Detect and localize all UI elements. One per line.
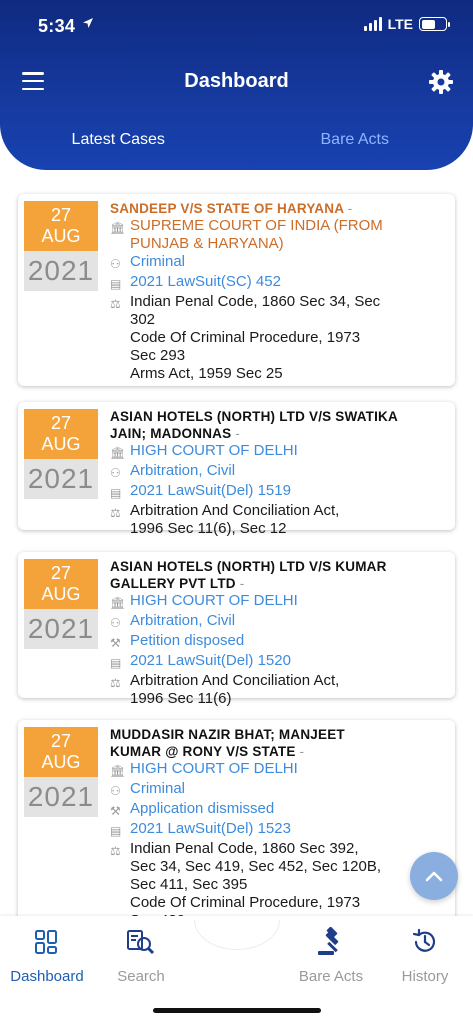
scales-icon: ⚖ <box>110 297 121 311</box>
network-label: LTE <box>387 16 413 32</box>
signal-icon <box>363 17 382 31</box>
case-card[interactable]: 27 AUG 2021 MUDDASIR NAZIR BHAT; MANJEET… <box>18 720 455 930</box>
court-name: HIGH COURT OF DELHI <box>130 592 298 609</box>
date-badge: 27 AUG 2021 <box>24 559 98 649</box>
case-title: MUDDASIR NAZIR BHAT; MANJEET KUMAR @ RON… <box>110 727 345 759</box>
case-citation[interactable]: 2021 LawSuit(Del) 1519 <box>130 482 445 500</box>
app-header: 5:34 LTE Dashboard Latest Cases Bare Act… <box>0 0 473 170</box>
case-acts: Indian Penal Code, 1860 Sec 34, Sec 302 … <box>130 293 381 382</box>
citation-icon: ▤ <box>110 824 122 838</box>
nav-search[interactable]: Search <box>94 926 188 985</box>
settings-gear-icon[interactable] <box>427 68 455 96</box>
date-badge: 27 AUG 2021 <box>24 727 98 817</box>
battery-icon <box>419 17 450 31</box>
case-title: SANDEEP V/S STATE OF HARYANA - <box>110 201 353 216</box>
disposition-icon: ⚒ <box>110 804 121 818</box>
court-building-icon: 🏛 <box>110 596 126 610</box>
case-citation[interactable]: 2021 LawSuit(SC) 452 <box>130 273 445 291</box>
case-acts: Arbitration And Conciliation Act, 1996 S… <box>130 502 340 537</box>
date-month: AUG <box>41 752 81 772</box>
gavel-icon <box>284 926 378 958</box>
search-icon <box>94 926 188 958</box>
date-day: 27 <box>50 205 72 225</box>
nav-label: History <box>401 968 449 985</box>
scroll-to-top-button[interactable] <box>410 852 458 900</box>
date-year: 2021 <box>24 251 98 291</box>
court-building-icon: 🏛 <box>110 446 126 460</box>
date-badge: 27 AUG 2021 <box>24 201 98 291</box>
date-day: 27 <box>50 731 72 751</box>
scales-icon: ⚖ <box>110 506 121 520</box>
case-category: Arbitration, Civil <box>130 612 236 629</box>
case-card[interactable]: 27 AUG 2021 SANDEEP V/S STATE OF HARYANA… <box>18 194 455 386</box>
nav-label: Search <box>117 968 165 985</box>
category-icon: ⚇ <box>110 466 121 480</box>
date-year: 2021 <box>24 609 98 649</box>
date-year: 2021 <box>24 777 98 817</box>
case-citation[interactable]: 2021 LawSuit(Del) 1520 <box>130 652 445 670</box>
tab-bar: Latest Cases Bare Acts <box>0 122 473 158</box>
nav-bare-acts[interactable]: Bare Acts <box>284 926 378 985</box>
home-indicator <box>153 1008 321 1013</box>
bottom-nav: Dashboard Search Bare Acts History <box>0 916 473 1024</box>
history-icon <box>378 926 472 958</box>
court-building-icon: 🏛 <box>110 221 126 235</box>
court-name: SUPREME COURT OF INDIA (FROM PUNJAB & HAR… <box>130 217 383 252</box>
tab-latest-cases[interactable]: Latest Cases <box>0 122 237 158</box>
case-card[interactable]: 27 AUG 2021 ASIAN HOTELS (NORTH) LTD V/S… <box>18 552 455 707</box>
nav-label: Bare Acts <box>298 968 364 985</box>
case-title: ASIAN HOTELS (NORTH) LTD V/S SWATIKA JAI… <box>110 409 398 441</box>
court-name: HIGH COURT OF DELHI <box>130 760 298 777</box>
scales-icon: ⚖ <box>110 844 121 858</box>
citation-icon: ▤ <box>110 656 122 670</box>
date-year: 2021 <box>24 459 98 499</box>
date-day: 27 <box>50 413 72 433</box>
status-time: 5:34 <box>38 16 76 36</box>
case-acts: Arbitration And Conciliation Act, 1996 S… <box>130 672 340 707</box>
nav-dashboard[interactable]: Dashboard <box>0 926 94 985</box>
date-day: 27 <box>50 563 72 583</box>
case-card[interactable]: 27 AUG 2021 ASIAN HOTELS (NORTH) LTD V/S… <box>18 402 455 537</box>
case-disposition: Petition disposed <box>130 632 245 649</box>
date-month: AUG <box>41 584 81 604</box>
case-citation[interactable]: 2021 LawSuit(Del) 1523 <box>130 820 445 838</box>
case-category: Criminal <box>130 253 186 270</box>
case-title: ASIAN HOTELS (NORTH) LTD V/S KUMAR GALLE… <box>110 559 387 591</box>
dashboard-icon <box>0 926 94 958</box>
citation-icon: ▤ <box>110 486 122 500</box>
case-category: Arbitration, Civil <box>130 462 236 479</box>
court-name: HIGH COURT OF DELHI <box>130 442 298 459</box>
court-building-icon: 🏛 <box>110 764 126 778</box>
chevron-up-icon <box>425 871 443 882</box>
tab-bare-acts[interactable]: Bare Acts <box>237 122 473 158</box>
category-icon: ⚇ <box>110 784 121 798</box>
category-icon: ⚇ <box>110 257 121 271</box>
citation-icon: ▤ <box>110 277 122 291</box>
page-title: Dashboard <box>184 70 289 92</box>
status-indicators: LTE <box>363 16 450 32</box>
case-category: Criminal <box>130 780 186 797</box>
date-badge: 27 AUG 2021 <box>24 409 98 499</box>
nav-label: Dashboard <box>10 968 84 985</box>
nav-history[interactable]: History <box>378 926 472 985</box>
status-bar: 5:34 LTE <box>0 0 473 50</box>
category-icon: ⚇ <box>110 616 121 630</box>
scales-icon: ⚖ <box>110 676 121 690</box>
date-month: AUG <box>41 226 81 246</box>
case-disposition: Application dismissed <box>130 800 275 817</box>
date-month: AUG <box>41 434 81 454</box>
location-arrow-icon <box>82 16 94 32</box>
disposition-icon: ⚒ <box>110 636 121 650</box>
